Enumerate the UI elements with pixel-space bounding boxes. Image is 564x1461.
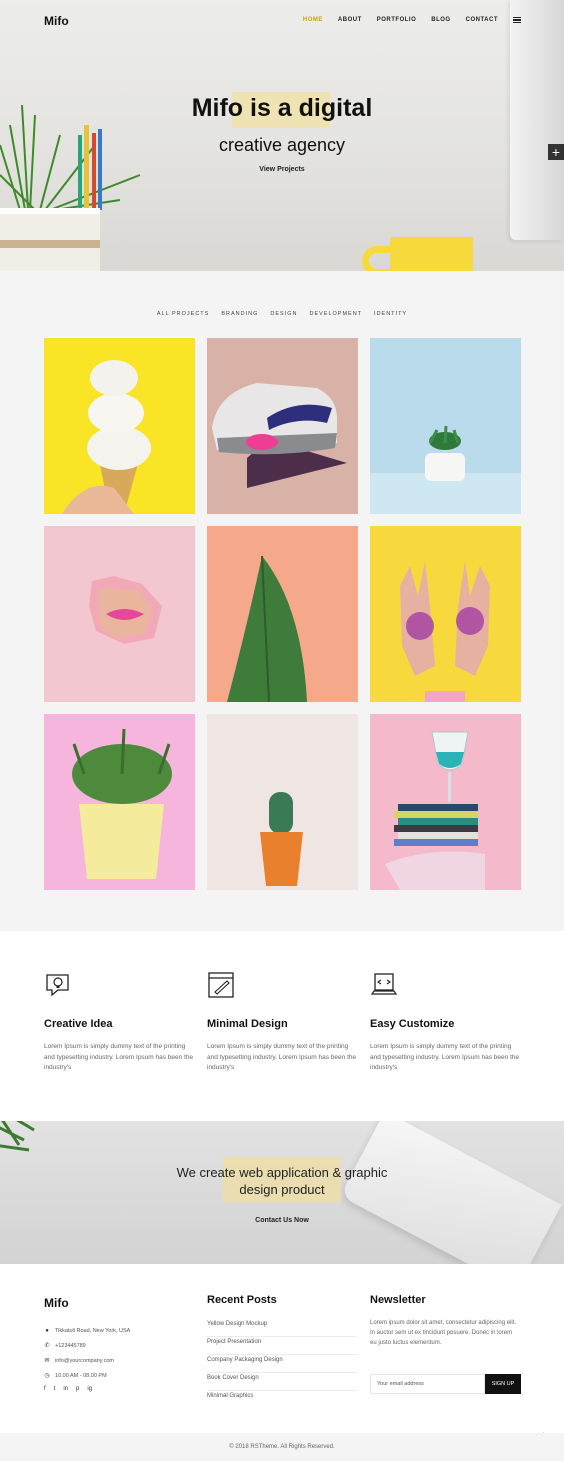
portfolio-filters: ALL PROJECTS BRANDING DESIGN DEVELOPMENT…	[0, 310, 564, 319]
feature-text: Lorem Ipsum is simply dummy text of the …	[44, 1043, 194, 1071]
yellow-pot-image	[72, 728, 172, 879]
portfolio-item-glass-books[interactable]	[370, 714, 521, 890]
feature-minimal-design: Minimal Design Lorem Ipsum is simply dum…	[207, 971, 357, 1074]
yellow-mug-image	[390, 237, 473, 271]
top-nav: Mifo HOME ABOUT PORTFOLIO BLOG CONTACT	[0, 0, 564, 40]
view-projects-link[interactable]: View Projects	[0, 166, 564, 173]
portfolio-item-ice-cream[interactable]	[44, 338, 195, 514]
small-plant-image	[370, 425, 521, 514]
plus-icon[interactable]: +	[548, 144, 564, 160]
code-laptop-icon	[370, 973, 398, 995]
features-section: Creative Idea Lorem Ipsum is simply dumm…	[0, 931, 564, 1121]
filter-branding[interactable]: BRANDING	[221, 311, 258, 317]
feature-title: Easy Customize	[370, 1018, 455, 1030]
portfolio-section: ALL PROJECTS BRANDING DESIGN DEVELOPMENT…	[0, 271, 564, 931]
pinterest-icon[interactable]: p	[76, 1386, 79, 1392]
portfolio-item-leaf[interactable]	[207, 526, 358, 702]
portfolio-item-sneaker[interactable]	[207, 338, 358, 514]
hero-subtitle: creative agency	[218, 135, 346, 155]
recent-posts-list: Yellow Design Mockup Project Presentatio…	[207, 1319, 357, 1409]
post-link[interactable]: Yellow Design Mockup	[207, 1319, 357, 1337]
cta-line-2: design product	[239, 1182, 325, 1197]
copyright: © 2018 RSTheme. All Rights Reserved.	[0, 1433, 564, 1461]
signup-button[interactable]: SIGN UP	[485, 1374, 521, 1394]
idea-chat-icon	[46, 974, 69, 997]
portfolio-item-small-plant[interactable]	[370, 338, 521, 514]
nav-menu: HOME ABOUT PORTFOLIO BLOG CONTACT	[303, 17, 521, 23]
contact-address: ● Tikkatuli Road, New York, USA	[45, 1327, 131, 1334]
cactus-image	[260, 792, 303, 886]
cta-line-1: We create web application & graphic	[176, 1165, 388, 1180]
footer-contact: ● Tikkatuli Road, New York, USA ✆ +1234457…	[44, 1323, 130, 1383]
clock-icon: ◷	[44, 1372, 50, 1379]
hamburger-icon[interactable]	[513, 17, 521, 23]
hero-section: Mifo HOME ABOUT PORTFOLIO BLOG CONTACT M…	[0, 0, 564, 271]
lips-image	[89, 576, 162, 644]
email-input[interactable]: Your email address	[370, 1374, 485, 1394]
ice-cream-image	[62, 360, 151, 514]
glass-books-image	[385, 731, 485, 890]
plant-corner-image	[0, 1121, 35, 1152]
nav-home[interactable]: HOME	[303, 17, 323, 23]
feature-text: Lorem Ipsum is simply dummy text of the …	[370, 1043, 520, 1071]
contact-us-link[interactable]: Contact Us Now	[0, 1217, 564, 1224]
brand-logo[interactable]: Mifo	[44, 14, 69, 28]
contact-hours: ◷ 10.00 AM - 08.00 PM	[44, 1372, 107, 1379]
contact-email: ✉ info@yourcompany.com	[44, 1357, 114, 1364]
instagram-icon[interactable]: ig	[87, 1386, 92, 1392]
leaf-image	[227, 555, 307, 702]
facebook-icon[interactable]: f	[44, 1386, 46, 1392]
twitter-icon[interactable]: t	[54, 1386, 56, 1392]
feature-easy-customize: Easy Customize Lorem Ipsum is simply dum…	[370, 971, 520, 1074]
filter-development[interactable]: DEVELOPMENT	[309, 311, 362, 317]
social-links: f t in p ig	[44, 1386, 92, 1392]
nav-portfolio[interactable]: PORTFOLIO	[377, 17, 417, 23]
hero-title: Mifo is a digital	[191, 94, 373, 122]
glitter-hands-image	[400, 561, 490, 702]
feature-title: Creative Idea	[44, 1018, 113, 1030]
portfolio-item-yellow-pot[interactable]	[44, 714, 195, 890]
plant-pot-image	[0, 208, 100, 271]
cta-section: We create web application & graphic desi…	[0, 1121, 564, 1264]
contact-phone: ✆ +123445789	[44, 1342, 86, 1349]
newsletter-text: Lorem ipsum dolor sit amet, consectetur …	[370, 1320, 517, 1346]
filter-identity[interactable]: IDENTITY	[374, 311, 407, 317]
linkedin-icon[interactable]: in	[63, 1386, 68, 1392]
footer-logo[interactable]: Mifo	[44, 1296, 69, 1310]
newsletter-title: Newsletter	[370, 1294, 426, 1306]
nav-about[interactable]: ABOUT	[338, 17, 362, 23]
mail-icon: ✉	[44, 1357, 50, 1364]
filter-design[interactable]: DESIGN	[270, 311, 297, 317]
post-link[interactable]: Project Presentation	[207, 1337, 357, 1355]
location-icon: ●	[45, 1327, 49, 1334]
portfolio-item-cactus[interactable]	[207, 714, 358, 890]
post-link[interactable]: Book Cover Design	[207, 1373, 357, 1391]
design-window-icon	[208, 972, 234, 998]
filter-all-projects[interactable]: ALL PROJECTS	[157, 310, 209, 319]
feature-title: Minimal Design	[207, 1018, 288, 1030]
nav-blog[interactable]: BLOG	[431, 17, 450, 23]
sneaker-image	[212, 383, 347, 488]
feature-creative-idea: Creative Idea Lorem Ipsum is simply dumm…	[44, 971, 194, 1074]
post-link[interactable]: Minimal Graphics	[207, 1391, 357, 1409]
recent-posts-title: Recent Posts	[207, 1294, 277, 1306]
cta-heading: We create web application & graphic desi…	[0, 1164, 564, 1198]
post-link[interactable]: Company Packaging Design	[207, 1355, 357, 1373]
portfolio-item-glitter-hands[interactable]	[370, 526, 521, 702]
nav-contact[interactable]: CONTACT	[466, 17, 498, 23]
footer: Mifo ● Tikkatuli Road, New York, USA ✆ +12…	[0, 1264, 564, 1439]
feature-text: Lorem Ipsum is simply dummy text of the …	[207, 1043, 357, 1071]
portfolio-item-lips[interactable]	[44, 526, 195, 702]
phone-icon: ✆	[44, 1342, 50, 1349]
